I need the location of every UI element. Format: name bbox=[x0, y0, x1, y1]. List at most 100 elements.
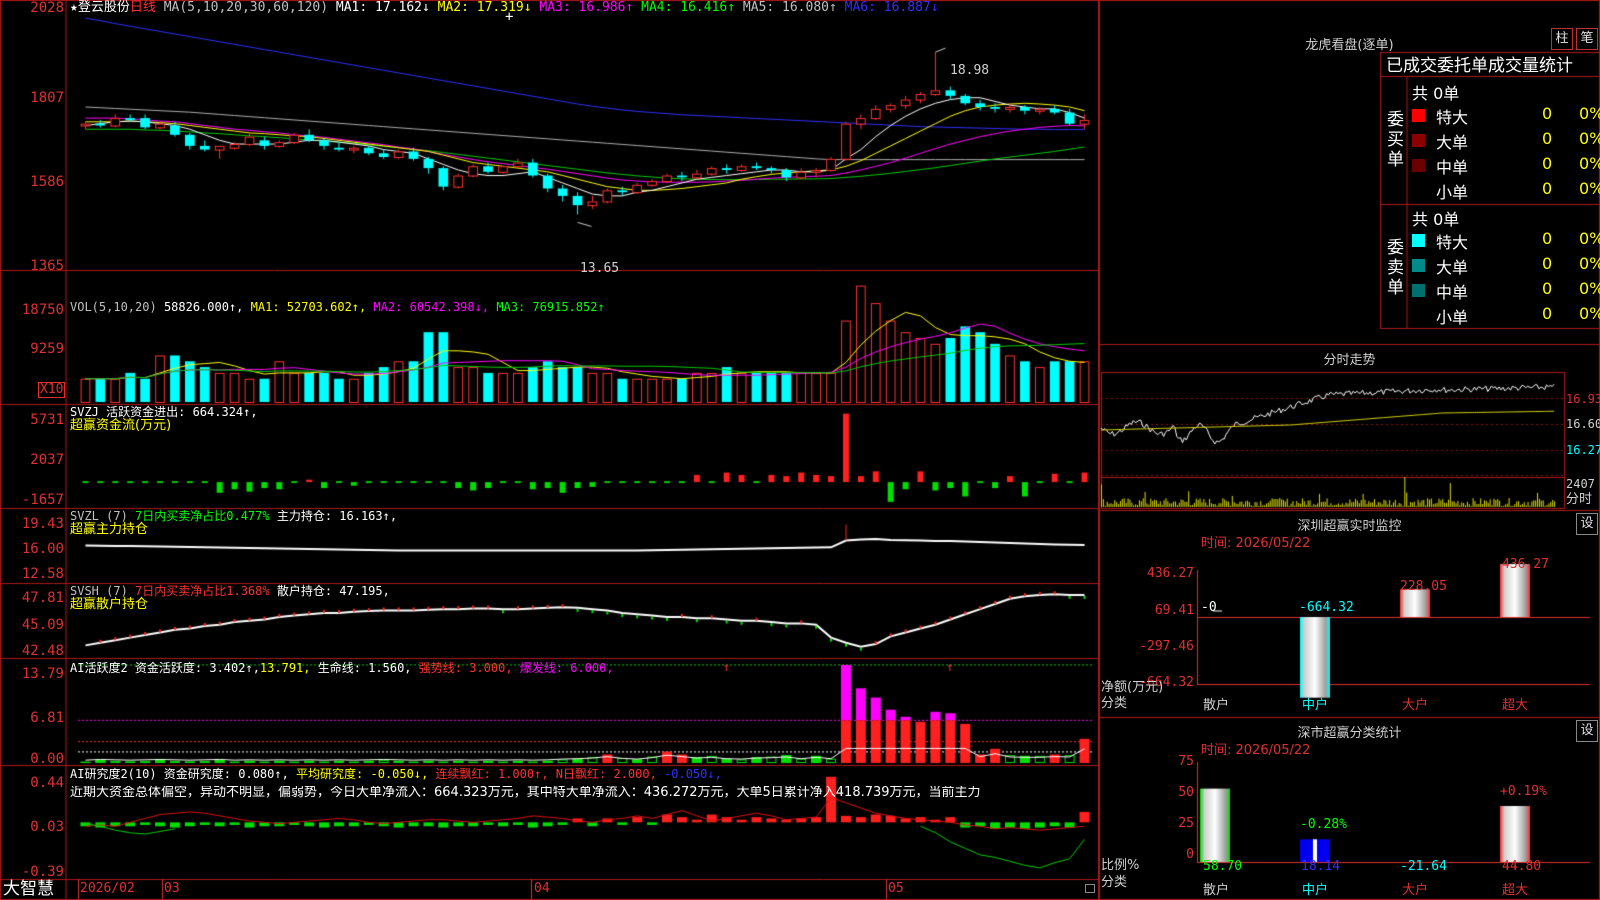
sell-orders-label: 委卖单 bbox=[1387, 238, 1404, 298]
buy-row-name-2: 中单 bbox=[1436, 158, 1469, 177]
buy-row-count-3: 0 bbox=[1542, 179, 1553, 198]
y-tick-ai-active-1: 6.81 bbox=[30, 710, 64, 726]
ai-research-summary: 近期大资金总体偏空，异动不明显，偏弱势，今日大单净流入：664.323万元，其中… bbox=[70, 786, 981, 800]
star-icon[interactable]: ★ bbox=[70, 0, 78, 15]
sz-monitor-y-unit: 净额(万元) bbox=[1101, 680, 1164, 695]
ai-active-value: AI活跃度2 资金活跃度: 3.402↑, bbox=[70, 661, 260, 675]
sell-row-swatch-1 bbox=[1412, 259, 1425, 272]
sell-row-name-3: 小单 bbox=[1436, 308, 1469, 327]
y-tick-ai-research-0: 0.44 bbox=[30, 775, 64, 791]
y-tick-main-2: 1586 bbox=[30, 174, 64, 190]
buy-row-pct-3: 0% bbox=[1579, 179, 1600, 198]
sz-monitor-zero: -0 bbox=[1201, 600, 1217, 615]
sz-monitor-cat-0: 散户 bbox=[1203, 698, 1230, 713]
buy-row-name-1: 大单 bbox=[1436, 133, 1469, 152]
y-tick-svzl-0: 19.43 bbox=[21, 516, 64, 532]
buy-row-swatch-0 bbox=[1412, 109, 1425, 122]
sell-row-name-1: 大单 bbox=[1436, 258, 1469, 277]
tab-traded[interactable]: 已成交 bbox=[1386, 56, 1437, 76]
stock-name[interactable]: 登云股份 bbox=[78, 0, 130, 15]
svsh-title: SVSH (7) bbox=[70, 584, 136, 598]
sz-class-y-3: 0 bbox=[1186, 847, 1194, 862]
buy-row-name-3: 小单 bbox=[1436, 183, 1469, 202]
sz-class-cat-1: 中户 bbox=[1302, 883, 1329, 898]
y-tick-svsh-1: 45.09 bbox=[21, 617, 64, 633]
sz-class-title: 深市超赢分类统计 bbox=[1297, 726, 1402, 741]
sz-monitor-cat-3: 超大 bbox=[1502, 698, 1529, 713]
sz-monitor-title: 深圳超赢实时监控 bbox=[1297, 519, 1402, 534]
sz-class-val-2: -21.64 bbox=[1400, 859, 1447, 874]
sz-class-y-2: 25 bbox=[1178, 816, 1194, 831]
buy-row-count-1: 0 bbox=[1542, 129, 1553, 148]
sell-row-count-2: 0 bbox=[1542, 279, 1553, 298]
sz-class-time: 时间: 2026/05/22 bbox=[1201, 743, 1311, 758]
ai-active-max: 13.791, bbox=[259, 661, 311, 675]
buy-row-pct-2: 0% bbox=[1579, 154, 1600, 173]
kline-indicator-canvas[interactable] bbox=[0, 0, 1600, 900]
y-tick-ai-active-2: 0.00 bbox=[30, 751, 64, 767]
vol-ma1: MA1: 52703.602↑, bbox=[250, 300, 367, 314]
sell-row-pct-1: 0% bbox=[1579, 254, 1600, 273]
date-label-0: 2026/02 bbox=[80, 881, 135, 896]
sz-monitor-y-1: 69.41 bbox=[1154, 603, 1194, 618]
sz-monitor-bar-label-big: 228.05 bbox=[1400, 579, 1447, 594]
crosshair-icon: + bbox=[505, 9, 514, 25]
vol-title: VOL(5,10,20) bbox=[70, 300, 157, 314]
sz-class-y-0: 75 bbox=[1178, 754, 1194, 769]
sz-class-cat-2: 大户 bbox=[1402, 883, 1429, 898]
intraday-title: 分时走势 bbox=[1323, 353, 1376, 368]
sell-row-name-0: 特大 bbox=[1436, 233, 1469, 252]
sz-monitor-cat-1: 中户 bbox=[1302, 698, 1329, 713]
ai-lifeline: 生命线: 1.560, bbox=[310, 661, 412, 675]
sz-class-pct-mid: -0.28% bbox=[1300, 817, 1347, 832]
sell-row-count-3: 0 bbox=[1542, 304, 1553, 323]
low-price-label: 13.65 bbox=[580, 261, 620, 276]
ma2-label: MA2: 17.319↓ bbox=[437, 0, 532, 15]
y-tick-svzl-1: 16.00 bbox=[21, 541, 64, 557]
y-tick-vol-1: 9259 bbox=[30, 341, 64, 357]
y-tick-main-3: 1365 bbox=[30, 258, 64, 274]
sz-class-val-1: 18.14 bbox=[1301, 859, 1341, 874]
ai-research-avg: 平均研究度: -0.050↓, bbox=[288, 767, 429, 781]
svzl-title: SVZL (7) bbox=[70, 509, 136, 523]
sz-class-y-unit: 比例% bbox=[1101, 858, 1140, 873]
sz-monitor-settings-button[interactable]: 设 bbox=[1576, 513, 1598, 535]
lock-icon[interactable] bbox=[1085, 884, 1095, 893]
ai-strong-line: 强势线: 3.000, bbox=[411, 661, 513, 675]
sz-class-val-0: 58.70 bbox=[1203, 859, 1243, 874]
vol-ma3: MA3: 76915.852↑ bbox=[496, 300, 605, 314]
sz-monitor-time: 时间: 2026/05/22 bbox=[1201, 536, 1311, 551]
y-tick-svzj-0: 5731 bbox=[30, 412, 64, 428]
period-label[interactable]: 日线 bbox=[130, 0, 156, 15]
tab-orders[interactable]: 委托单 bbox=[1437, 56, 1488, 76]
y-tick-ai-research-1: 0.03 bbox=[30, 819, 64, 835]
sell-row-pct-0: 0% bbox=[1579, 229, 1600, 248]
sz-class-pct-super: +0.19% bbox=[1500, 784, 1547, 799]
sz-monitor-cat-2: 大户 bbox=[1402, 698, 1429, 713]
svzj-subtitle: 超赢资金流(万元) bbox=[70, 418, 172, 433]
ai-active-header: AI活跃度2 资金活跃度: 3.402↑,13.791, 生命线: 1.560,… bbox=[70, 661, 614, 675]
sz-class-cat-3: 超大 bbox=[1502, 883, 1529, 898]
buy-total: 共 0单 bbox=[1412, 84, 1460, 103]
brand-logo: 大智慧 bbox=[3, 879, 54, 899]
svzl-holding: 主力持仓: 16.163↑, bbox=[269, 509, 398, 523]
ai-research-last: -0.050↓, bbox=[656, 767, 722, 781]
vol-value: 58826.000↑, bbox=[163, 300, 244, 314]
ma6-label: MA6: 16.887↓ bbox=[844, 0, 939, 15]
tab-volume-stats[interactable]: 成交量统计 bbox=[1488, 56, 1573, 76]
sell-row-swatch-2 bbox=[1412, 284, 1425, 297]
lhb-bar-button[interactable]: 柱 bbox=[1551, 28, 1573, 50]
ai-nday-red: N日飘红: 2.000, bbox=[548, 767, 657, 781]
ai-continuous-red: 连续飘红: 1.000↑, bbox=[428, 767, 549, 781]
sell-row-pct-3: 0% bbox=[1579, 304, 1600, 323]
lhb-tick-button[interactable]: 笔 bbox=[1576, 28, 1598, 50]
svzl-ratio: 7日内买卖净占比0.477% bbox=[135, 509, 270, 523]
intraday-price-1: 16.60 bbox=[1566, 417, 1600, 431]
vol-unit-label: X10 bbox=[38, 382, 66, 398]
y-tick-vol-0: 18750 bbox=[21, 302, 64, 318]
intraday-vol-max: 2407 bbox=[1566, 477, 1595, 491]
sz-monitor-y-2: -297.46 bbox=[1139, 639, 1194, 654]
vol-ma2: MA2: 60542.398↓, bbox=[373, 300, 490, 314]
date-label-3: 05 bbox=[888, 881, 904, 896]
sz-class-settings-button[interactable]: 设 bbox=[1576, 720, 1598, 742]
